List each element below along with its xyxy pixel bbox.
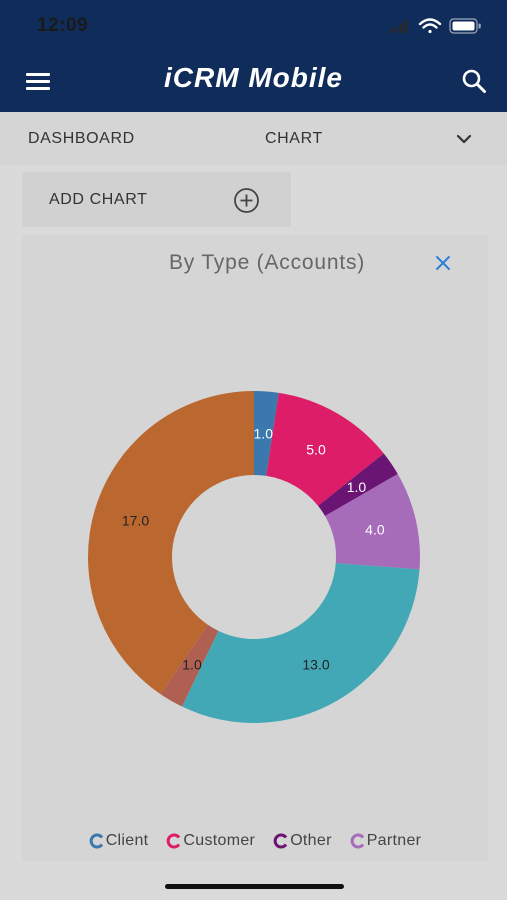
menu-button[interactable] bbox=[24, 68, 54, 94]
chart-selector-label[interactable]: CHART bbox=[265, 130, 323, 148]
slice-value-label: 1.0 bbox=[182, 656, 202, 672]
donut-chart: 1.0 5.0 1.0 4.0 13.0 1.0 17.0 bbox=[88, 391, 420, 723]
dashboard-label[interactable]: DASHBOARD bbox=[28, 130, 135, 148]
plus-circle-icon bbox=[234, 188, 259, 213]
search-button[interactable] bbox=[461, 68, 487, 94]
home-indicator bbox=[165, 884, 344, 889]
legend-ring-icon bbox=[89, 833, 103, 849]
add-chart-button[interactable]: ADD CHART bbox=[22, 172, 291, 227]
chart-legend: Client Customer Other Partner bbox=[22, 829, 488, 853]
legend-item-customer[interactable]: Customer bbox=[166, 829, 255, 853]
screen: 12:09 iCRM Mobile DASHBOARD CHART ADD CH… bbox=[0, 0, 507, 900]
dashboard-bar: DASHBOARD CHART bbox=[0, 112, 507, 166]
app-header: 12:09 iCRM Mobile bbox=[0, 0, 507, 112]
search-icon bbox=[462, 69, 486, 93]
legend-label: Client bbox=[105, 832, 149, 849]
status-time: 12:09 bbox=[37, 15, 89, 36]
chart-card: 1.0 5.0 1.0 4.0 13.0 1.0 17.0 By Type (Account… bbox=[22, 234, 488, 862]
donut-slice-4[interactable] bbox=[181, 563, 420, 723]
cellular-signal-icon bbox=[390, 20, 408, 33]
legend-item-client[interactable]: Client bbox=[89, 829, 149, 853]
status-icons bbox=[390, 18, 481, 34]
legend-ring-icon bbox=[350, 833, 364, 849]
chart-dropdown-button[interactable] bbox=[455, 132, 473, 146]
slice-value-label: 1.0 bbox=[254, 425, 274, 441]
legend-ring-icon bbox=[273, 833, 288, 849]
legend-ring-icon bbox=[167, 833, 181, 849]
legend-item-partner[interactable]: Partner bbox=[350, 829, 422, 853]
slice-value-label: 13.0 bbox=[302, 656, 329, 672]
legend-label: Other bbox=[290, 832, 332, 849]
slice-value-label: 1.0 bbox=[347, 479, 367, 495]
wifi-icon bbox=[418, 18, 442, 34]
close-chart-button[interactable] bbox=[432, 252, 454, 274]
legend-label: Customer bbox=[183, 832, 256, 849]
legend-item-other[interactable]: Other bbox=[273, 829, 332, 853]
chevron-down-icon bbox=[456, 134, 472, 144]
slice-value-label: 4.0 bbox=[365, 521, 385, 537]
battery-icon bbox=[449, 18, 481, 34]
slice-value-label: 5.0 bbox=[306, 442, 326, 458]
legend-label: Partner bbox=[366, 832, 422, 849]
app-title: iCRM Mobile bbox=[164, 62, 343, 93]
slice-value-label: 17.0 bbox=[122, 512, 149, 528]
close-icon bbox=[436, 256, 450, 270]
add-chart-label: ADD CHART bbox=[49, 191, 148, 208]
